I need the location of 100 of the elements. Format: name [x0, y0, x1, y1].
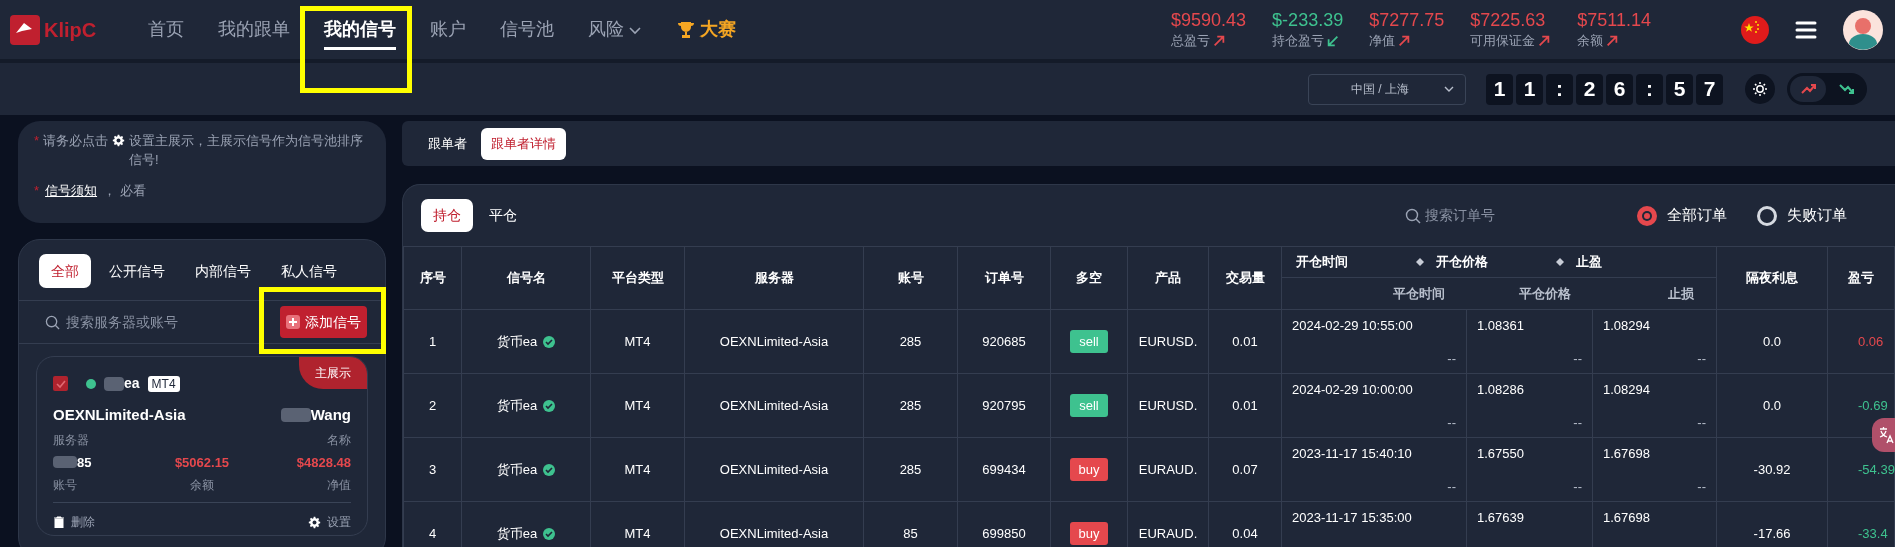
table-cell: MT4 [624, 461, 651, 477]
table-cell: 0.01 [1232, 333, 1258, 349]
sun-icon [1752, 81, 1768, 97]
trend-down-icon [1838, 81, 1854, 97]
table-cell: 3 [428, 461, 437, 477]
table-cell-text: 434 [1004, 460, 1026, 479]
table-cell-text: 1.08286 [1477, 381, 1525, 399]
delete-button[interactable]: 删除 [53, 513, 95, 531]
flag-icon[interactable] [1741, 15, 1769, 44]
nav-item[interactable]: 账户 [430, 0, 466, 59]
table-cell: EURAUD. [1138, 461, 1198, 477]
table-cell-text: 货币ea [496, 524, 538, 543]
main-tab[interactable]: 跟单者 [418, 127, 477, 160]
owner-value: Wang [310, 405, 351, 425]
table-cell-text: 685 [1004, 332, 1026, 351]
search-field[interactable]: 搜索订单号 [1405, 205, 1525, 226]
table-cell-text: 2024-02-29 10:00:00 [1292, 381, 1414, 399]
table-cell: -30.92 [1753, 461, 1791, 477]
server-value: OEXNLimited-Asia [53, 405, 186, 425]
nav-item[interactable]: 首页 [148, 0, 184, 59]
logo-text: KlipC [44, 17, 97, 43]
stat-value: $-233.39 [1272, 8, 1344, 31]
avatar[interactable] [1843, 9, 1883, 50]
position-tab[interactable]: 持仓 [421, 199, 473, 232]
stat-label: 余额 [1577, 31, 1604, 50]
nav-item[interactable]: 我的信号 [324, 0, 396, 59]
asterisk: * [34, 132, 40, 150]
table-cell: MT4 [624, 525, 651, 541]
radio-button[interactable] [1757, 205, 1777, 226]
clock-digit: 6 [1606, 73, 1633, 105]
clock-digit: 2 [1576, 73, 1603, 105]
region-select[interactable]: 中国 / 上海 [1308, 73, 1466, 105]
table-cell-text: -- [1697, 349, 1707, 368]
signal-name: ea [124, 374, 140, 393]
translate-icon [1878, 426, 1894, 444]
signal-tab[interactable]: 内部信号 [183, 254, 263, 288]
signal-card[interactable]: 主展示 ea MT4 OEXNLimited-Asia Wang 服务器 名称 85 $5062.15 $4828.48 账号 余额 净值 删除 设置 [36, 356, 368, 536]
notice-link[interactable]: 信号须知 [45, 181, 98, 201]
nav-item[interactable]: 我的跟单 [218, 0, 290, 59]
menu-icon[interactable] [1795, 20, 1817, 39]
radio-option[interactable]: 失败订单 [1757, 204, 1847, 227]
stat-label: 净值 [1369, 31, 1396, 50]
clock-digit: : [1636, 73, 1663, 105]
table-cell-text: 1.67639 [1477, 509, 1525, 527]
signal-tab[interactable]: 私人信号 [269, 254, 349, 288]
table-cell-text: 285 [899, 396, 922, 415]
table-cell-text: 920 [982, 332, 1004, 351]
settings-button[interactable]: 设置 [308, 513, 351, 531]
trend-toggle-button[interactable] [1790, 76, 1826, 102]
table-cell-text: 1.67698 [1603, 445, 1651, 463]
table-cell: 2 [428, 397, 437, 413]
trophy-icon [676, 19, 696, 40]
table-cell: 0.06 [1858, 333, 1884, 349]
nav-item[interactable]: 风险 [588, 0, 642, 59]
side-badge: sell [1070, 393, 1108, 418]
column-header: 开仓价格 [1436, 253, 1488, 272]
redaction-blur [280, 408, 311, 423]
column-header: 平仓价格 [1518, 285, 1571, 301]
column-header: 信号名 [506, 270, 546, 286]
side-badge: buy [1069, 457, 1109, 482]
main-display-badge: 主展示 [299, 357, 367, 389]
table-cell-text: -- [1447, 413, 1456, 432]
table-cell-text: 2024-02-29 10:55:00 [1292, 317, 1414, 335]
translate-button[interactable] [1872, 418, 1895, 452]
position-tab[interactable]: 平仓 [477, 199, 529, 232]
nav-item[interactable]: 大赛 [676, 0, 736, 59]
table-cell: OEXNLimited-Asia [719, 397, 829, 413]
search-field[interactable]: 搜索服务器或账号 [45, 311, 236, 333]
table-cell-text: 1.08294 [1603, 317, 1651, 335]
column-header: 隔夜利息 [1746, 270, 1799, 286]
side-badge: sell [1070, 329, 1108, 354]
redaction-blur [104, 376, 124, 391]
nav-item[interactable]: 信号池 [500, 0, 554, 59]
logo-icon [10, 14, 40, 45]
add-signal-button[interactable]: 添加信号 [280, 306, 367, 338]
stat-value: $7277.75 [1369, 8, 1445, 31]
platform-tag: MT4 [147, 375, 180, 392]
table-cell-text: 货币ea [496, 332, 538, 351]
column-header: 订单号 [984, 270, 1024, 286]
table-cell-text: -- [1697, 413, 1707, 432]
table-cell-text: 920 [982, 396, 1004, 415]
radio-option[interactable]: 全部订单 [1637, 204, 1727, 227]
table-cell: EURAUD. [1138, 525, 1198, 541]
radio-button[interactable] [1637, 205, 1657, 226]
main-tab[interactable]: 跟单者详情 [481, 127, 566, 160]
theme-button[interactable] [1745, 74, 1775, 104]
search-icon [1405, 207, 1421, 224]
checkbox[interactable] [53, 376, 68, 391]
clock-digit: 1 [1486, 73, 1513, 105]
settings-icon [308, 515, 321, 529]
signal-tab[interactable]: 全部 [39, 254, 91, 288]
gear-icon [112, 134, 126, 147]
table-cell-text: -- [1573, 477, 1582, 496]
table-cell: 0.07 [1232, 461, 1258, 477]
table-cell-text: 285 [899, 332, 922, 351]
table-cell: -0.69 [1858, 397, 1888, 413]
signal-tab[interactable]: 公开信号 [97, 254, 177, 288]
table-cell-text: -- [1573, 413, 1582, 432]
table-cell: OEXNLimited-Asia [719, 461, 829, 477]
column-header: 序号 [419, 270, 446, 286]
